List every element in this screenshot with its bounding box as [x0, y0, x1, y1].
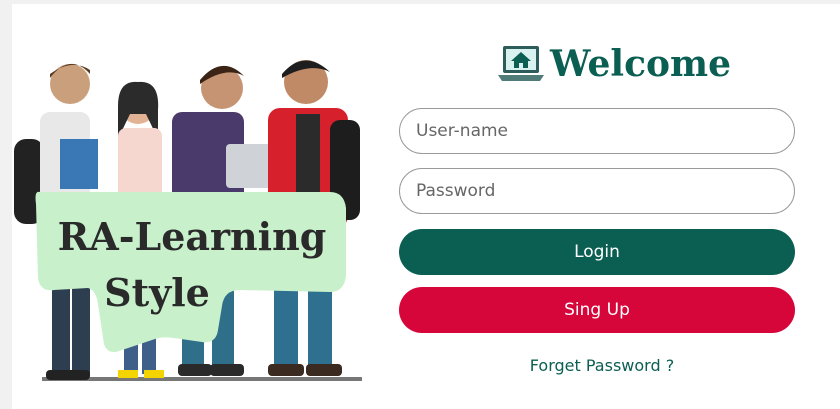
forgot-password-link[interactable]: Forget Password ?: [492, 356, 712, 375]
welcome-header: Welcome: [498, 38, 738, 90]
password-input[interactable]: [399, 168, 795, 214]
students-illustration: RA-Learning Style: [14, 60, 362, 381]
note-text-line1: RA-Learning: [58, 214, 327, 259]
note-text-line2: Style: [104, 270, 210, 315]
ground-line: [42, 377, 362, 381]
welcome-title: Welcome: [550, 43, 732, 85]
laptop-home-icon: [498, 46, 544, 81]
signup-button[interactable]: Sing Up: [399, 287, 795, 333]
login-button[interactable]: Login: [399, 229, 795, 275]
username-input[interactable]: [399, 108, 795, 154]
login-card: RA-Learning Style Welcome Login Sing Up …: [12, 4, 840, 409]
